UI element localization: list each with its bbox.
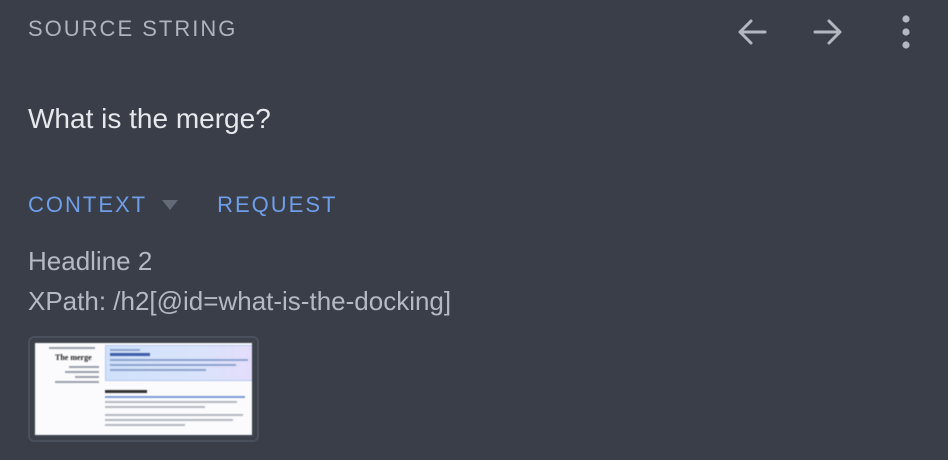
context-screenshot-thumbnail[interactable]: The merge: [28, 336, 259, 442]
more-vertical-icon: [902, 15, 910, 49]
context-element-type: Headline 2: [28, 246, 153, 276]
arrow-right-icon: [813, 19, 842, 45]
more-options-button[interactable]: [884, 10, 928, 54]
context-dropdown-toggle[interactable]: [161, 199, 179, 211]
previous-button[interactable]: [730, 10, 774, 54]
panel-heading: SOURCE STRING: [28, 16, 238, 41]
caret-down-icon: [162, 200, 179, 210]
preview-body: [105, 387, 251, 426]
screenshot-preview: The merge: [35, 343, 252, 435]
tab-bar: CONTEXT REQUEST: [28, 192, 337, 218]
source-string-text: What is the merge?: [28, 103, 271, 134]
preview-title: The merge: [55, 353, 92, 362]
tab-context[interactable]: CONTEXT: [28, 192, 147, 218]
source-string-panel: SOURCE STRING What is the merge? CONTEXT: [0, 0, 948, 460]
tab-request[interactable]: REQUEST: [217, 192, 337, 218]
context-xpath: XPath: /h2[@id=what-is-the-docking]: [28, 286, 452, 316]
preview-sidebar: The merge: [41, 347, 99, 383]
preview-banner: [105, 345, 252, 381]
arrow-left-icon: [738, 19, 767, 45]
next-button[interactable]: [806, 10, 850, 54]
